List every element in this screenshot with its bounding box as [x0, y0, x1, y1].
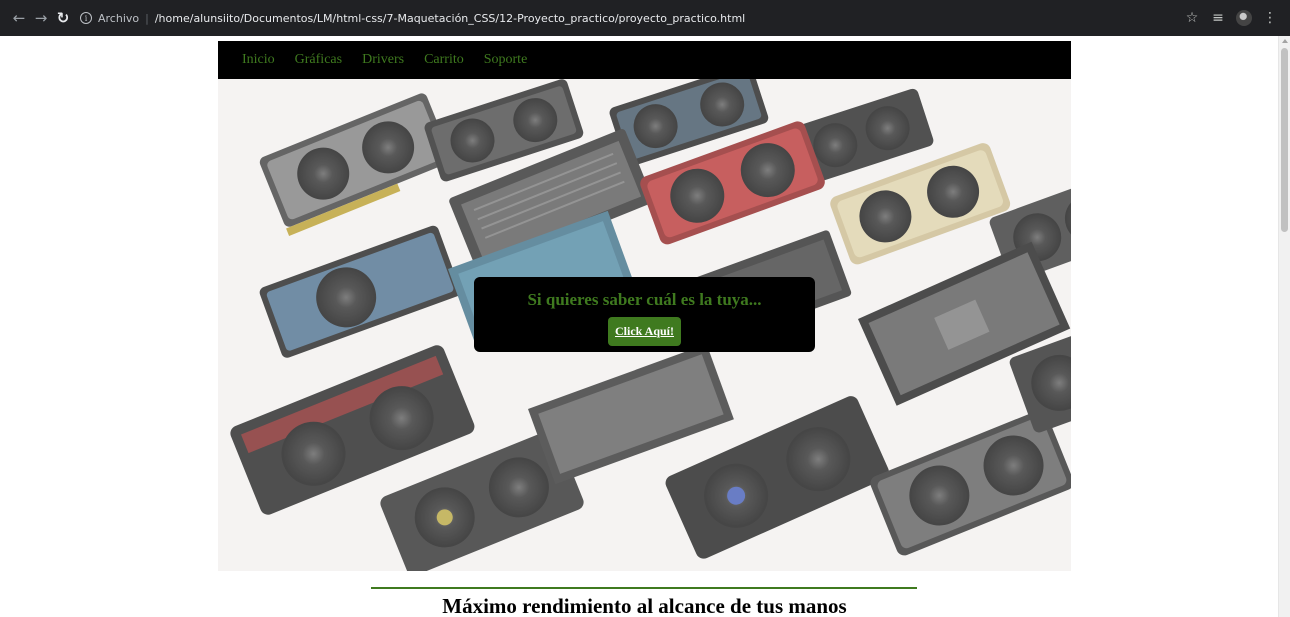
nav-link-graficas[interactable]: Gráficas [295, 52, 342, 68]
scheme-label: Archivo [98, 11, 140, 25]
reload-icon[interactable]: ↻ [52, 7, 74, 29]
nav-link-soporte[interactable]: Soporte [484, 52, 528, 68]
back-arrow-icon[interactable]: ← [8, 7, 30, 29]
nav-link-carrito[interactable]: Carrito [424, 52, 464, 68]
scrollbar-thumb[interactable] [1281, 48, 1288, 232]
star-icon[interactable]: ☆ [1184, 10, 1200, 26]
hero-banner: Si quieres saber cuál es la tuya... Clic… [218, 79, 1071, 571]
info-icon[interactable]: i [80, 12, 92, 24]
click-here-button[interactable]: Click Aquí! [607, 317, 681, 346]
section-divider [371, 587, 917, 589]
vertical-scrollbar[interactable] [1278, 36, 1290, 617]
scroll-up-arrow-icon[interactable] [1282, 39, 1288, 43]
nav-link-inicio[interactable]: Inicio [242, 52, 275, 68]
playlist-icon[interactable]: ≡ [1210, 10, 1226, 26]
browser-toolbar: ← → ↻ i Archivo | /home/alunsiito/Docume… [0, 0, 1290, 36]
cta-text: Si quieres saber cuál es la tuya... [527, 290, 762, 309]
site-nav: Inicio Gráficas Drivers Carrito Soporte [218, 41, 1071, 79]
url-text[interactable]: /home/alunsiito/Documentos/LM/html-css/7… [155, 12, 745, 25]
kebab-menu-icon[interactable]: ⋮ [1262, 10, 1278, 26]
address-separator: | [145, 11, 149, 25]
page-viewport: Inicio Gráficas Drivers Carrito Soporte [0, 36, 1278, 617]
address-bar[interactable]: i Archivo | /home/alunsiito/Documentos/L… [80, 5, 1184, 31]
forward-arrow-icon[interactable]: → [30, 7, 52, 29]
nav-link-drivers[interactable]: Drivers [362, 52, 404, 68]
profile-avatar-icon[interactable] [1236, 10, 1252, 26]
tagline-heading: Máximo rendimiento al alcance de tus man… [442, 594, 847, 617]
cta-box: Si quieres saber cuál es la tuya... Clic… [474, 277, 815, 352]
